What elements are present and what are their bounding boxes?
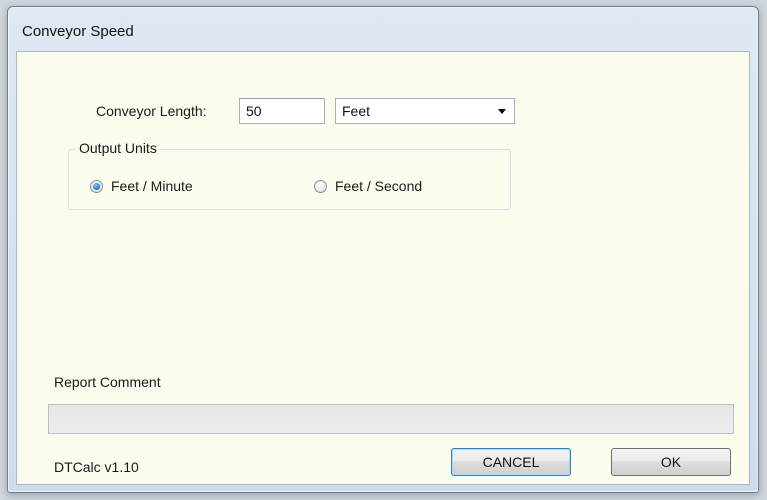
radio-checked-icon[interactable] (90, 179, 103, 193)
chevron-down-icon[interactable] (498, 109, 506, 114)
dialog-window: Conveyor Speed Conveyor Length: Feet Out… (7, 6, 759, 493)
output-units-title: Output Units (76, 140, 160, 156)
length-unit-selected-value: Feet (342, 103, 371, 119)
report-comment-input[interactable] (48, 404, 734, 434)
report-comment-label: Report Comment (54, 374, 161, 390)
length-unit-select[interactable]: Feet (335, 98, 515, 124)
conveyor-length-input[interactable] (239, 98, 325, 124)
output-units-group: Output Units Feet / Minute Feet / Second (68, 140, 511, 210)
radio-unchecked-icon[interactable] (314, 179, 327, 193)
conveyor-length-label: Conveyor Length: (96, 103, 207, 119)
radio-feet-per-minute[interactable]: Feet / Minute (90, 177, 193, 195)
ok-button[interactable]: OK (611, 448, 731, 476)
cancel-button[interactable]: CANCEL (451, 448, 571, 476)
window-title: Conveyor Speed (22, 23, 134, 40)
version-label: DTCalc v1.10 (54, 459, 139, 475)
radio-feet-per-minute-label: Feet / Minute (111, 178, 193, 194)
radio-feet-per-second[interactable]: Feet / Second (314, 177, 422, 195)
dialog-client-area: Conveyor Length: Feet Output Units Feet … (16, 51, 750, 485)
radio-feet-per-second-label: Feet / Second (335, 178, 423, 194)
